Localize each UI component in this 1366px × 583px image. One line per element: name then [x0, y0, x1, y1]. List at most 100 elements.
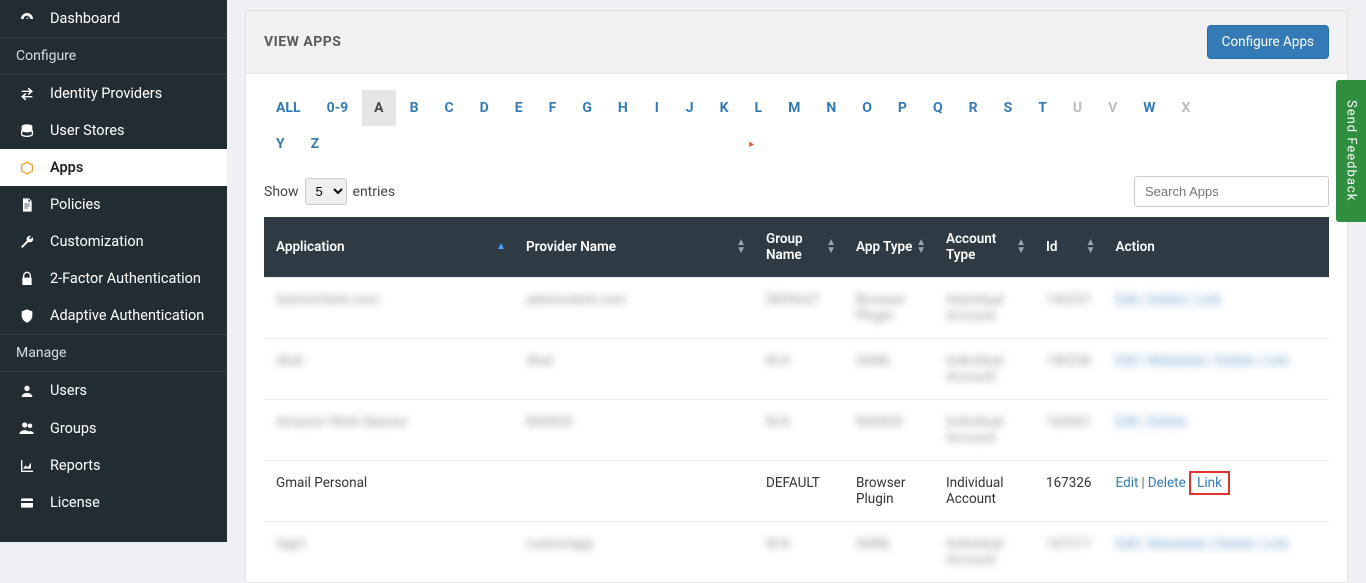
sidebar-section-manage: Manage: [0, 334, 227, 372]
reports-icon: [16, 458, 38, 474]
table-row: App1customappN/ASAMLIndividual Account16…: [264, 522, 1329, 583]
sidebar-item-adaptive-auth[interactable]: Adaptive Authentication: [0, 297, 227, 334]
sidebar-item-policies[interactable]: Policies: [0, 186, 227, 223]
alpha-filter-k[interactable]: K: [708, 90, 741, 126]
table-cell: Browser Plugin: [844, 278, 934, 339]
table-cell-actions: Edit | Delete | Link: [1104, 278, 1329, 339]
cube-icon: [16, 160, 38, 176]
alpha-filter-l[interactable]: L: [743, 90, 775, 126]
link-link[interactable]: Link: [1189, 471, 1230, 495]
alpha-filter-a[interactable]: A: [362, 90, 395, 126]
alpha-filter-all[interactable]: ALL: [264, 90, 313, 126]
alpha-filter-d[interactable]: D: [468, 90, 501, 126]
sidebar-item-label: Apps: [50, 159, 83, 176]
table-cell: SAML: [844, 339, 934, 400]
alpha-filter-c[interactable]: C: [433, 90, 466, 126]
sort-asc-icon: ▲: [496, 243, 506, 251]
sidebar-item-apps[interactable]: Apps: [0, 149, 227, 186]
send-feedback-tab[interactable]: Send Feedback: [1336, 80, 1366, 222]
show-entries: Show 5 entries: [264, 178, 395, 205]
sidebar-item-label: Groups: [50, 420, 97, 437]
sidebar-item-reports[interactable]: Reports: [0, 447, 227, 484]
table-cell: N/A: [754, 400, 844, 461]
col-apptype[interactable]: App Type▲▼: [844, 217, 934, 278]
configure-apps-button[interactable]: Configure Apps: [1207, 25, 1329, 59]
table-cell: 167326: [1034, 461, 1104, 522]
table-cell-actions: Edit | Metadata | Delete | Link: [1104, 522, 1329, 583]
users-icon: [16, 419, 38, 437]
col-provider[interactable]: Provider Name▲▼: [514, 217, 754, 278]
alpha-filter-e[interactable]: E: [503, 90, 535, 126]
alpha-filter-n[interactable]: N: [814, 90, 848, 126]
panel-title: VIEW APPS: [264, 34, 341, 50]
delete-link[interactable]: Delete: [1148, 475, 1186, 491]
alpha-filter-0-9[interactable]: 0-9: [315, 90, 361, 126]
table-cell: Amazon Work Spaces: [264, 400, 514, 461]
shield-icon: [16, 308, 38, 324]
apps-panel: VIEW APPS Configure Apps ALL0-9ABCDEFGHI…: [245, 10, 1348, 583]
sidebar-item-label: 2-Factor Authentication: [50, 270, 201, 287]
table-row: Amazon Work SpacesRADIUSN/ARADIUSIndivid…: [264, 400, 1329, 461]
table-row: AdminClient.comadminclient.comDEFAULTBro…: [264, 278, 1329, 339]
alpha-filter-q[interactable]: Q: [921, 90, 955, 126]
edit-link[interactable]: Edit: [1116, 475, 1139, 491]
user-icon: [16, 383, 38, 399]
page-size-select[interactable]: 5: [305, 178, 347, 205]
alpha-filter-w[interactable]: W: [1131, 90, 1167, 126]
alpha-filter-j[interactable]: J: [674, 90, 706, 126]
col-accounttype[interactable]: Account Type▲▼: [934, 217, 1034, 278]
col-group[interactable]: Group Name▲▼: [754, 217, 844, 278]
alpha-filter-o[interactable]: O: [850, 90, 884, 126]
show-label: Show: [264, 184, 299, 200]
alpha-filter-row1: ALL0-9ABCDEFGHIJKLMNOPQRSTUVWX: [264, 90, 1329, 126]
main-content: VIEW APPS Configure Apps ALL0-9ABCDEFGHI…: [227, 0, 1366, 542]
sidebar-item-customization[interactable]: Customization: [0, 223, 227, 260]
table-cell: 162661: [1034, 400, 1104, 461]
alpha-filter-m[interactable]: M: [776, 90, 812, 126]
sort-icon: ▲▼: [1016, 239, 1026, 255]
sidebar-item-dashboard[interactable]: Dashboard: [0, 0, 227, 37]
entries-label: entries: [353, 184, 396, 200]
table-cell: Individual Account: [934, 278, 1034, 339]
table-cell: Gmail Personal: [264, 461, 514, 522]
sort-icon: ▲▼: [736, 239, 746, 255]
sidebar-item-groups[interactable]: Groups: [0, 409, 227, 447]
alpha-filter-t[interactable]: T: [1026, 90, 1059, 126]
alpha-filter-y[interactable]: Y: [264, 126, 297, 162]
sidebar-item-2fa[interactable]: 2-Factor Authentication: [0, 260, 227, 297]
col-application[interactable]: Application▲: [264, 217, 514, 278]
col-action: Action: [1104, 217, 1329, 278]
sidebar-item-users[interactable]: Users: [0, 372, 227, 409]
card-icon: [16, 495, 38, 511]
alpha-filter-f[interactable]: F: [537, 90, 569, 126]
alpha-filter-i[interactable]: I: [642, 90, 672, 126]
sidebar-item-label: License: [50, 494, 100, 511]
alpha-filter-b[interactable]: B: [398, 90, 431, 126]
alpha-filter-r[interactable]: R: [957, 90, 990, 126]
panel-header: VIEW APPS Configure Apps: [246, 11, 1347, 74]
alpha-filter-p[interactable]: P: [886, 90, 919, 126]
sidebar-item-user-stores[interactable]: User Stores: [0, 112, 227, 149]
table-cell: Individual Account: [934, 339, 1034, 400]
alpha-filter-s[interactable]: S: [992, 90, 1025, 126]
sort-icon: ▲▼: [1086, 239, 1096, 255]
table-cell: Ahal: [514, 339, 754, 400]
alpha-filter-z[interactable]: Z: [299, 126, 332, 162]
table-cell: 142231: [1034, 278, 1104, 339]
table-cell: [514, 461, 754, 522]
table-cell: 140236: [1034, 339, 1104, 400]
alpha-filter-h[interactable]: H: [606, 90, 640, 126]
arrow-right-icon: ▸: [743, 133, 760, 156]
sidebar-item-identity-providers[interactable]: Identity Providers: [0, 75, 227, 112]
sidebar-item-license[interactable]: License: [0, 484, 227, 521]
apps-table: Application▲ Provider Name▲▼ Group Name▲…: [264, 217, 1329, 582]
table-cell: Browser Plugin: [844, 461, 934, 522]
alpha-filter-g[interactable]: G: [570, 90, 604, 126]
sidebar-item-label: Policies: [50, 196, 101, 213]
sidebar-item-label: Customization: [50, 233, 144, 250]
col-id[interactable]: Id▲▼: [1034, 217, 1104, 278]
search-apps-input[interactable]: [1134, 176, 1329, 207]
wrench-icon: [16, 234, 38, 250]
table-cell-actions: Edit | Delete: [1104, 400, 1329, 461]
alpha-filter-x: X: [1170, 90, 1203, 126]
